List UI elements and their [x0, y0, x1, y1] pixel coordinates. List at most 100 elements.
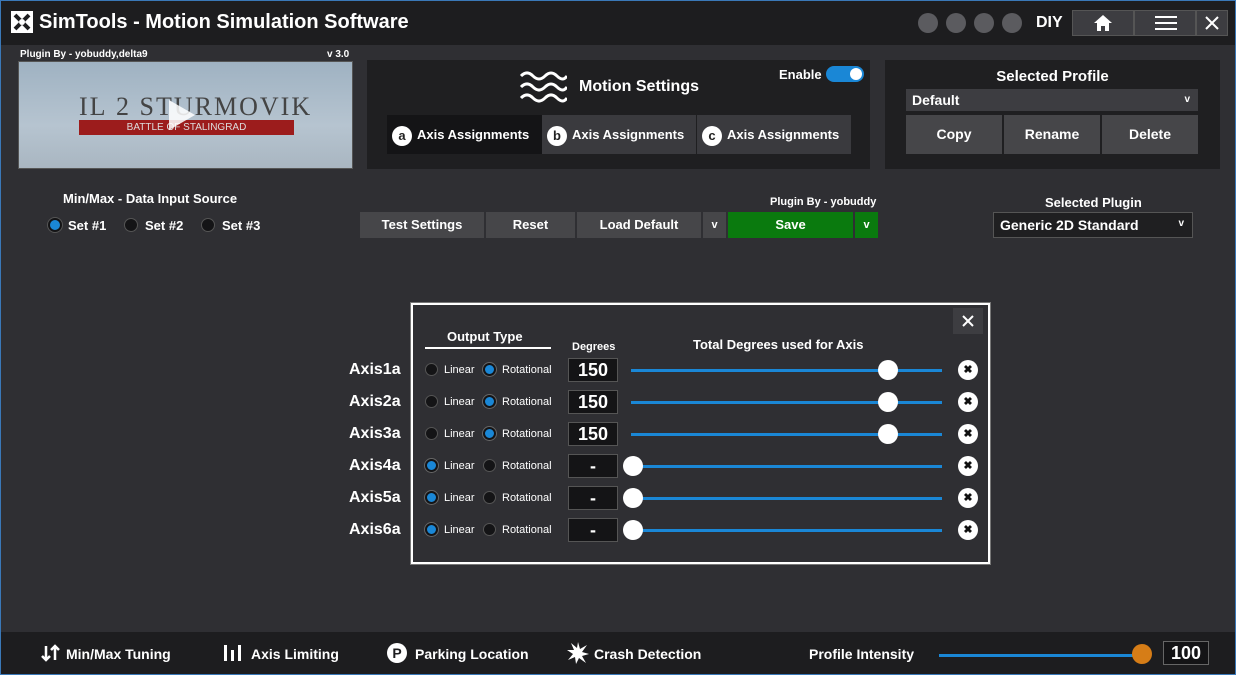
minmax-tuning-button[interactable]: Min/Max Tuning	[66, 646, 171, 662]
axis-label: Axis4a	[349, 457, 401, 474]
set-1-label: Set #1	[68, 218, 107, 233]
set-2-radio[interactable]	[124, 218, 138, 232]
linear-radio[interactable]	[425, 395, 438, 408]
parking-location-button[interactable]: Parking Location	[415, 646, 529, 662]
degrees-input[interactable]: -	[568, 518, 618, 542]
load-default-dropdown[interactable]: v	[703, 212, 727, 238]
waves-icon	[519, 71, 567, 103]
linear-radio[interactable]	[425, 523, 438, 536]
axis-limiting-button[interactable]: Axis Limiting	[251, 646, 339, 662]
close-icon	[962, 315, 974, 327]
reset-button[interactable]: Reset	[486, 212, 576, 238]
axis-label: Axis2a	[349, 393, 401, 410]
profile-intensity-value[interactable]: 100	[1163, 641, 1209, 665]
power-icon[interactable]	[1002, 13, 1022, 33]
menu-button[interactable]	[1134, 10, 1196, 36]
save-button[interactable]: Save	[728, 212, 854, 238]
plugin-select-value: Generic 2D Standard	[1000, 217, 1139, 233]
remove-axis-button[interactable]: ✖	[958, 360, 978, 380]
degrees-slider-thumb[interactable]	[878, 392, 898, 412]
copy-button[interactable]: Copy	[906, 115, 1002, 154]
set-3-label: Set #3	[222, 218, 261, 233]
degrees-input[interactable]: -	[568, 486, 618, 510]
rename-button[interactable]: Rename	[1004, 115, 1100, 154]
degrees-slider-track[interactable]	[631, 465, 942, 468]
rotational-radio[interactable]	[483, 491, 496, 504]
degrees-slider-thumb[interactable]	[878, 360, 898, 380]
test-settings-button[interactable]: Test Settings	[360, 212, 485, 238]
profile-select[interactable]: Default v	[906, 89, 1198, 111]
tab-axis-assignments-a[interactable]: a Axis Assignments	[387, 115, 542, 154]
rotational-label: Rotational	[502, 396, 552, 408]
linear-radio[interactable]	[425, 363, 438, 376]
rotational-radio[interactable]	[483, 427, 496, 440]
degrees-header: Degrees	[572, 341, 616, 353]
selected-plugin-title: Selected Plugin	[1045, 195, 1142, 210]
svg-text:P: P	[392, 645, 401, 661]
rotational-label: Rotational	[502, 364, 552, 376]
rotational-radio[interactable]	[483, 395, 496, 408]
remove-axis-button[interactable]: ✖	[958, 456, 978, 476]
plugin-select[interactable]: Generic 2D Standard v	[993, 212, 1193, 238]
rotational-label: Rotational	[502, 428, 552, 440]
degrees-slider-thumb[interactable]	[623, 456, 643, 476]
motion-settings-title: Motion Settings	[579, 78, 699, 95]
upload-icon[interactable]	[918, 13, 938, 33]
set-3-radio[interactable]	[201, 218, 215, 232]
rotational-radio[interactable]	[483, 363, 496, 376]
delete-button[interactable]: Delete	[1102, 115, 1198, 154]
tab-axis-assignments-b[interactable]: b Axis Assignments	[542, 115, 696, 154]
remove-axis-button[interactable]: ✖	[958, 424, 978, 444]
degrees-input[interactable]: 150	[568, 422, 618, 446]
plugin-video-thumbnail[interactable]: IL 2 STURMOVIK BATTLE OF STALINGRAD	[18, 61, 353, 169]
rotational-label: Rotational	[502, 492, 552, 504]
rotational-label: Rotational	[502, 460, 552, 472]
remove-axis-button[interactable]: ✖	[958, 488, 978, 508]
selected-profile-panel: Selected Profile Default v Copy Rename D…	[885, 60, 1220, 169]
profile-intensity-thumb[interactable]	[1132, 644, 1152, 664]
enable-toggle[interactable]	[826, 66, 864, 82]
linear-radio[interactable]	[425, 491, 438, 504]
app-title: SimTools - Motion Simulation Software	[39, 11, 409, 33]
remove-axis-button[interactable]: ✖	[958, 520, 978, 540]
load-default-button[interactable]: Load Default	[577, 212, 702, 238]
degrees-slider-thumb[interactable]	[878, 424, 898, 444]
edit-icon[interactable]	[974, 13, 994, 33]
axis-label: Axis5a	[349, 489, 401, 506]
save-dropdown[interactable]: v	[855, 212, 879, 238]
rotational-radio[interactable]	[483, 523, 496, 536]
tab-label: Axis Assignments	[572, 127, 685, 142]
remove-axis-button[interactable]: ✖	[958, 392, 978, 412]
home-icon	[1094, 15, 1112, 31]
profile-select-value: Default	[912, 92, 960, 108]
crash-detection-button[interactable]: Crash Detection	[594, 646, 701, 662]
degrees-input[interactable]: -	[568, 454, 618, 478]
linear-radio[interactable]	[425, 459, 438, 472]
crash-icon[interactable]	[946, 13, 966, 33]
tab-label: Axis Assignments	[727, 127, 840, 142]
simtools-window: SimTools - Motion Simulation Software DI…	[0, 0, 1236, 675]
degrees-input[interactable]: 150	[568, 358, 618, 382]
linear-label: Linear	[444, 524, 475, 536]
bottom-bar: Min/Max Tuning Axis Limiting P Parking L…	[1, 632, 1235, 674]
linear-radio[interactable]	[425, 427, 438, 440]
degrees-input[interactable]: 150	[568, 390, 618, 414]
simtools-logo-icon	[11, 11, 33, 33]
home-button[interactable]	[1072, 10, 1134, 36]
close-button[interactable]	[1196, 10, 1228, 36]
parking-icon: P	[387, 643, 407, 663]
tab-axis-assignments-c[interactable]: c Axis Assignments	[697, 115, 851, 154]
close-axis-panel-button[interactable]	[953, 308, 983, 334]
rotational-radio[interactable]	[483, 459, 496, 472]
play-icon[interactable]	[169, 100, 195, 130]
linear-label: Linear	[444, 396, 475, 408]
degrees-slider-track[interactable]	[631, 497, 942, 500]
degrees-slider-thumb[interactable]	[623, 488, 643, 508]
profile-intensity-track[interactable]	[939, 654, 1139, 657]
output-type-underline	[425, 347, 551, 349]
linear-label: Linear	[444, 492, 475, 504]
data-input-source-title: Min/Max - Data Input Source	[63, 191, 238, 206]
set-1-radio[interactable]	[48, 218, 62, 232]
degrees-slider-thumb[interactable]	[623, 520, 643, 540]
degrees-slider-track[interactable]	[631, 529, 942, 532]
